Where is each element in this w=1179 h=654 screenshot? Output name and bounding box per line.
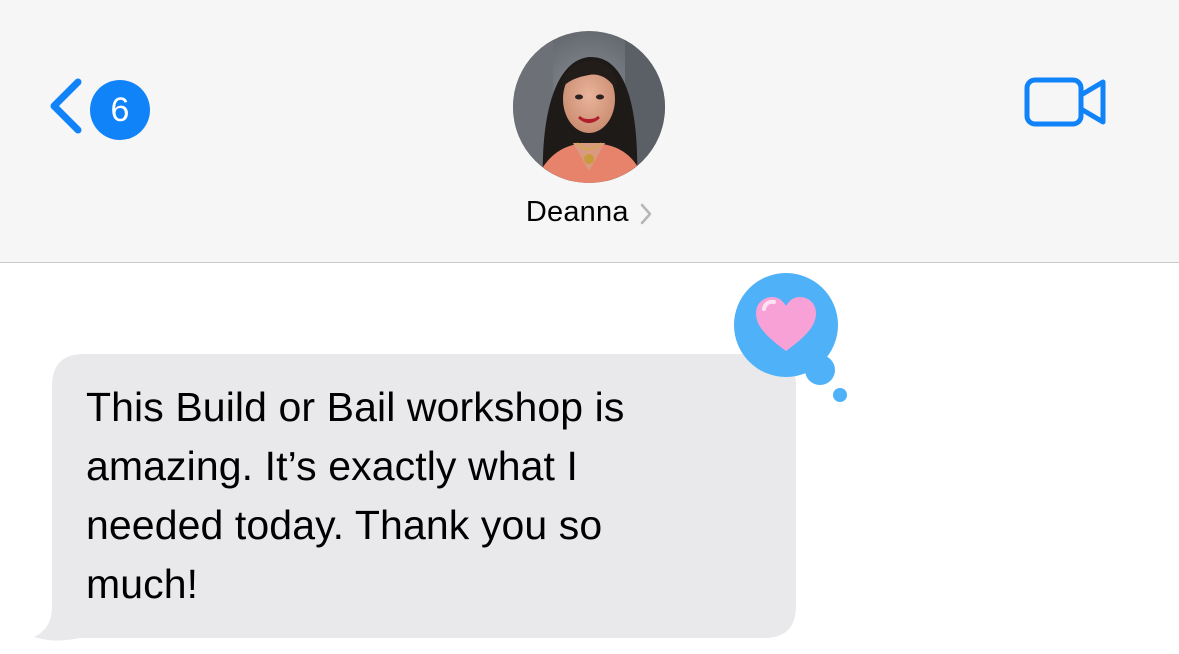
avatar-photo	[513, 31, 665, 183]
contact-name: Deanna	[525, 196, 629, 228]
contact-avatar[interactable]	[513, 31, 665, 183]
back-button[interactable]: 6	[46, 72, 156, 140]
chevron-left-icon	[50, 78, 82, 134]
chevron-right-icon	[640, 203, 652, 225]
message-text: This Build or Bail workshop is amazing. …	[86, 384, 625, 607]
messages-conversation-screen: 6 Deanna This Build or Bail workshop is …	[0, 0, 1179, 654]
incoming-message-bubble[interactable]: This Build or Bail workshop is amazing. …	[30, 354, 810, 644]
contact-name-button[interactable]: Deanna	[0, 196, 1179, 229]
unread-count-badge: 6	[90, 80, 150, 140]
conversation-header: 6 Deanna	[0, 0, 1179, 263]
video-camera-icon[interactable]	[1024, 75, 1108, 129]
heart-reaction-tapback[interactable]	[734, 273, 852, 405]
